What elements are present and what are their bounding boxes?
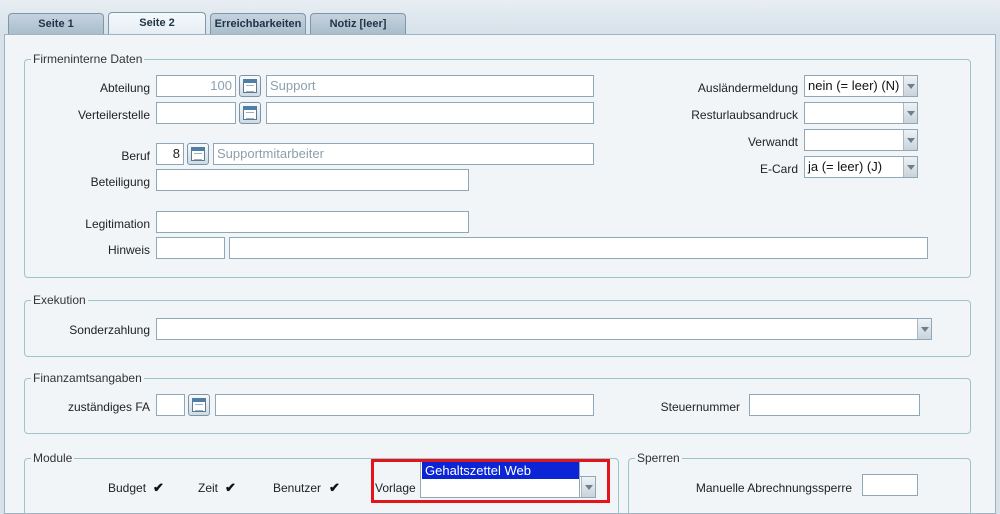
auslaendermeldung-value: nein (= leer) (N) [808, 78, 900, 93]
label-legitimation: Legitimation [85, 217, 150, 231]
label-auslaendermeldung: Ausländermeldung [697, 81, 798, 95]
tab-notiz[interactable]: Notiz [leer] [310, 13, 406, 35]
zeit-checkbox[interactable]: ✔ [225, 481, 238, 494]
ecard-select[interactable]: ja (= leer) (J) [804, 156, 918, 178]
group-title-exekution: Exekution [31, 293, 88, 307]
beruf-name-input[interactable]: Supportmitarbeiter [213, 143, 594, 165]
verwandt-select[interactable] [804, 129, 918, 151]
auslaendermeldung-select[interactable]: nein (= leer) (N) [804, 75, 918, 97]
label-abteilung: Abteilung [99, 81, 150, 95]
group-title-firmeninterne: Firmeninterne Daten [31, 52, 145, 66]
tab-bar: Seite 1 Seite 2 Erreichbarkeiten Notiz [… [0, 0, 1000, 36]
label-sonderzahlung: Sonderzahlung [69, 323, 150, 337]
group-title-sperren: Sperren [635, 451, 682, 465]
resturlaubsandruck-select[interactable] [804, 102, 918, 124]
steuernummer-input[interactable] [749, 394, 920, 416]
label-ecard: E-Card [759, 162, 798, 176]
abteilung-number-input[interactable]: 100 [156, 75, 236, 97]
fa-name-input[interactable] [215, 394, 594, 416]
label-zustaendiges-fa: zuständiges FA [67, 400, 150, 414]
abteilung-lookup-button[interactable] [239, 75, 261, 97]
chevron-down-icon [903, 103, 917, 123]
benutzer-checkbox[interactable]: ✔ [329, 481, 342, 494]
chevron-down-icon [903, 76, 917, 96]
hinweis-long-input[interactable] [229, 237, 928, 259]
beruf-number-input[interactable]: 8 [156, 143, 184, 165]
label-steuernummer: Steuernummer [660, 400, 740, 414]
highlight-annotation [371, 459, 610, 503]
label-beteiligung: Beteiligung [90, 175, 150, 189]
chevron-down-icon [903, 157, 917, 177]
group-title-module: Module [31, 451, 75, 465]
fa-number-input[interactable] [156, 394, 185, 416]
label-verwandt: Verwandt [747, 135, 798, 149]
label-beruf: Beruf [121, 149, 150, 163]
tab-seite-1[interactable]: Seite 1 [8, 13, 104, 35]
tab-seite-2[interactable]: Seite 2 [108, 12, 206, 36]
label-verteilerstelle: Verteilerstelle [77, 108, 150, 122]
budget-checkbox[interactable]: ✔ [153, 481, 166, 494]
chevron-down-icon [903, 130, 917, 150]
verteilerstelle-name-input[interactable] [266, 102, 594, 124]
abrechnungssperre-input[interactable] [862, 474, 918, 496]
tab-erreichbarkeiten[interactable]: Erreichbarkeiten [210, 13, 306, 35]
ecard-value: ja (= leer) (J) [808, 159, 883, 174]
beruf-lookup-button[interactable] [187, 143, 209, 165]
verteilerstelle-lookup-button[interactable] [239, 102, 261, 124]
sonderzahlung-select[interactable] [156, 318, 932, 340]
calendar-icon [191, 147, 205, 161]
label-zeit: Zeit [198, 481, 219, 495]
label-budget: Budget [108, 481, 147, 495]
fa-lookup-button[interactable] [188, 394, 210, 416]
legitimation-input[interactable] [156, 211, 469, 233]
label-benutzer: Benutzer [273, 481, 322, 495]
calendar-icon [192, 398, 206, 412]
calendar-icon [243, 106, 257, 120]
abteilung-name-input[interactable]: Support [266, 75, 594, 97]
calendar-icon [243, 79, 257, 93]
beteiligung-input[interactable] [156, 169, 469, 191]
label-resturlaubsandruck: Resturlaubsandruck [691, 108, 798, 122]
label-hinweis: Hinweis [107, 243, 150, 257]
verteilerstelle-number-input[interactable] [156, 102, 236, 124]
hinweis-short-input[interactable] [156, 237, 225, 259]
label-manuelle-abrechnungssperre: Manuelle Abrechnungssperre [695, 481, 852, 495]
chevron-down-icon [917, 319, 931, 339]
group-title-finanzamt: Finanzamtsangaben [31, 371, 144, 385]
